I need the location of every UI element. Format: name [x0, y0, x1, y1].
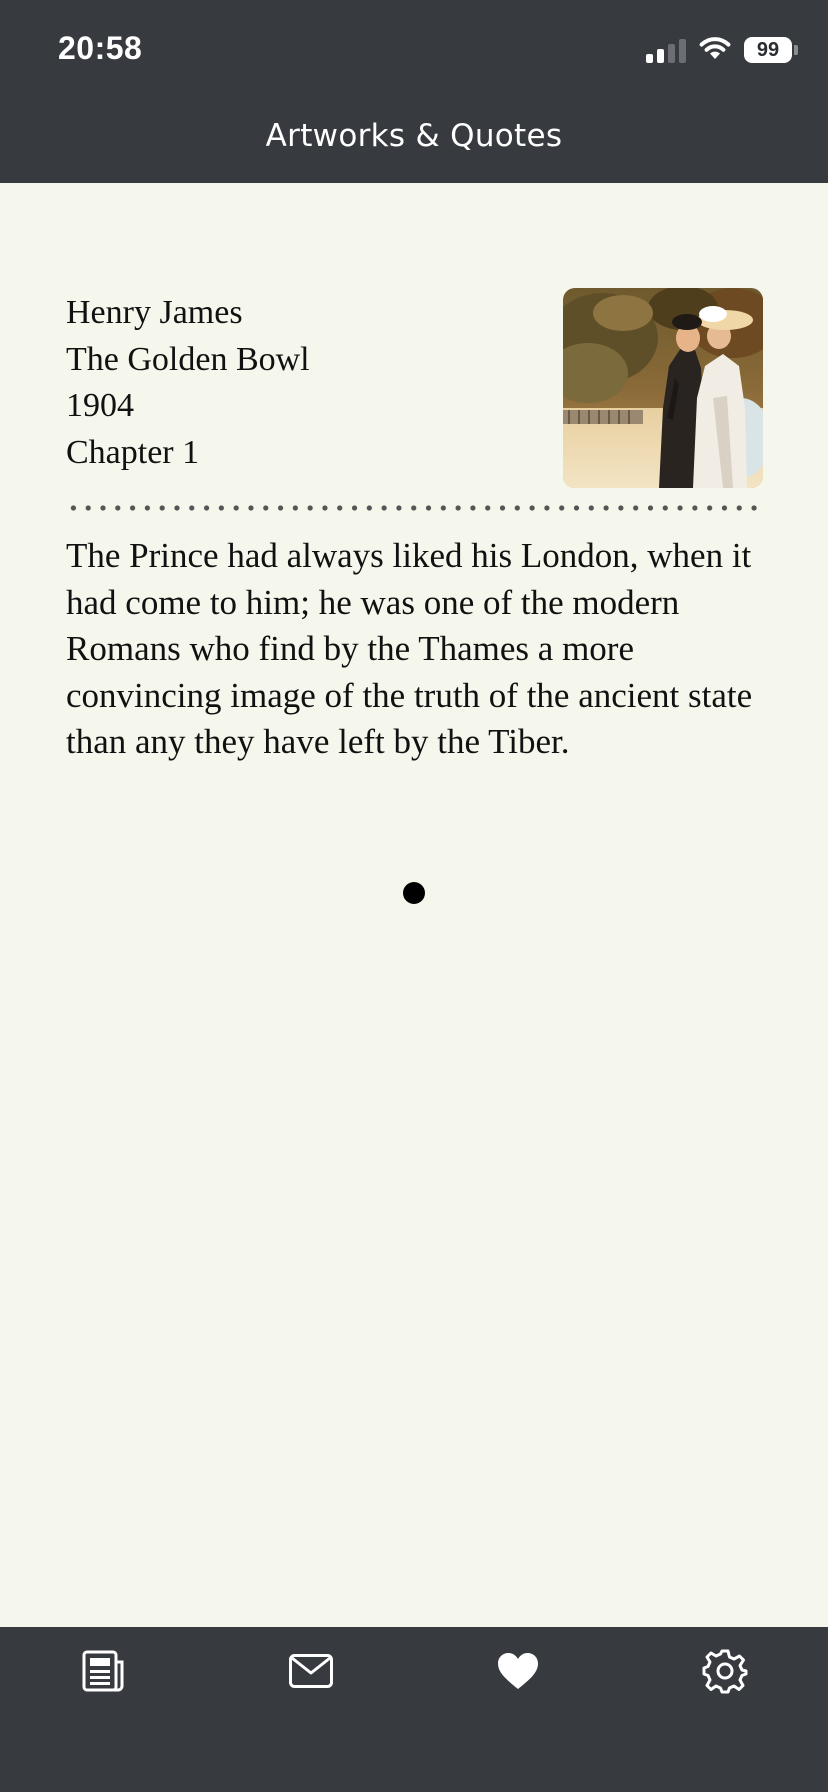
tab-news[interactable]: [74, 1641, 134, 1701]
work-title: The Golden Bowl: [66, 340, 310, 378]
publication-year: 1904: [66, 387, 134, 424]
status-time: 20:58: [58, 30, 143, 66]
newspaper-icon: [81, 1648, 127, 1694]
page-indicator[interactable]: [0, 882, 828, 904]
artwork-thumbnail[interactable]: [563, 288, 763, 488]
status-indicators: 99: [646, 36, 798, 64]
tab-favorites[interactable]: [488, 1641, 548, 1701]
chapter-label: Chapter 1: [66, 433, 200, 471]
quote-text: The Prince had always liked his London, …: [66, 536, 753, 761]
page-title: Artworks & Quotes: [265, 118, 563, 154]
tab-mail[interactable]: [281, 1641, 341, 1701]
entry-meta: Henry James The Golden Bowl 1904 Chapter…: [66, 290, 310, 476]
battery-icon: 99: [744, 37, 798, 63]
page-dot-active[interactable]: [403, 882, 425, 904]
dotted-divider: [66, 505, 763, 511]
app-header: 20:58 99 Artworks & Quotes: [0, 0, 828, 183]
tab-bar: [0, 1627, 828, 1792]
battery-level: 99: [744, 37, 792, 63]
author-name: Henry James: [66, 294, 243, 331]
envelope-icon: [288, 1653, 334, 1689]
cellular-signal-icon: [646, 37, 686, 63]
heart-icon: [497, 1652, 539, 1690]
tab-settings[interactable]: [695, 1641, 755, 1701]
wifi-icon: [698, 35, 732, 66]
gear-icon: [702, 1648, 748, 1694]
